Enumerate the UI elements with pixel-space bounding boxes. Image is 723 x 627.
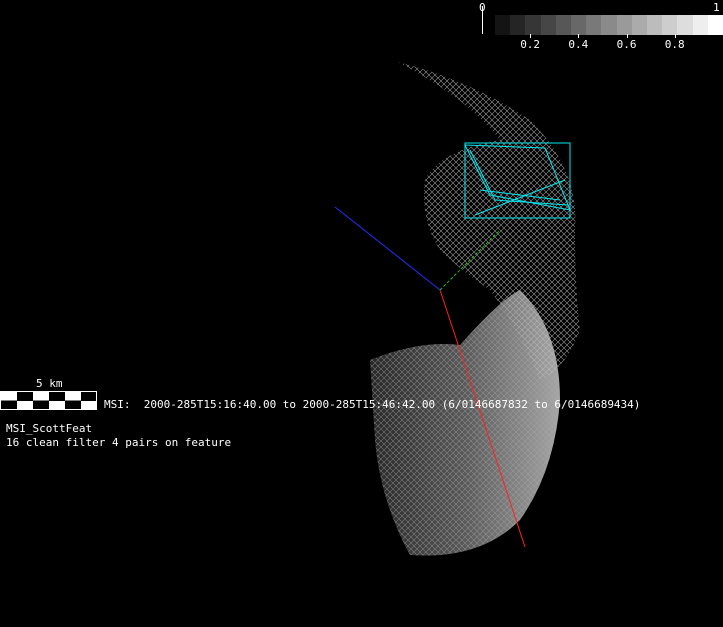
colorbar-step	[586, 15, 602, 35]
colorbar	[495, 15, 723, 35]
colorbar-step	[571, 15, 587, 35]
scale-bar-label: 5 km	[36, 377, 63, 390]
colorbar-step	[707, 15, 723, 35]
feature-description: 16 clean filter 4 pairs on feature	[6, 436, 232, 449]
colorbar-step	[525, 15, 541, 35]
colorbar-step	[555, 15, 572, 35]
colorbar-tick-label: 0.2	[520, 38, 541, 51]
colorbar-step	[631, 15, 648, 35]
asteroid-scene[interactable]	[0, 0, 723, 627]
axis-z	[334, 206, 441, 291]
colorbar-step	[662, 15, 678, 35]
colorbar-tick-label: 0.6	[616, 38, 637, 51]
colorbar-step	[647, 15, 663, 35]
colorbar-step	[601, 15, 617, 35]
colorbar-step	[677, 15, 693, 35]
colorbar-max-label: 1	[713, 1, 720, 14]
3d-viewer[interactable]: 0 1 5 km MSI: 2000-285T15:16:40.00 to 20…	[0, 0, 723, 627]
colorbar-tick-label: 0.8	[664, 38, 685, 51]
colorbar-step	[692, 15, 708, 35]
colorbar-tick-label: 0.4	[568, 38, 589, 51]
colorbar-min-label: 0	[479, 1, 486, 14]
colorbar-step	[540, 15, 556, 35]
scale-bar	[0, 391, 97, 410]
feature-name: MSI_ScottFeat	[6, 422, 93, 435]
colorbar-step	[616, 15, 632, 35]
msi-time-range: MSI: 2000-285T15:16:40.00 to 2000-285T15…	[104, 398, 641, 411]
colorbar-step	[495, 15, 511, 35]
colorbar-step	[510, 15, 526, 35]
